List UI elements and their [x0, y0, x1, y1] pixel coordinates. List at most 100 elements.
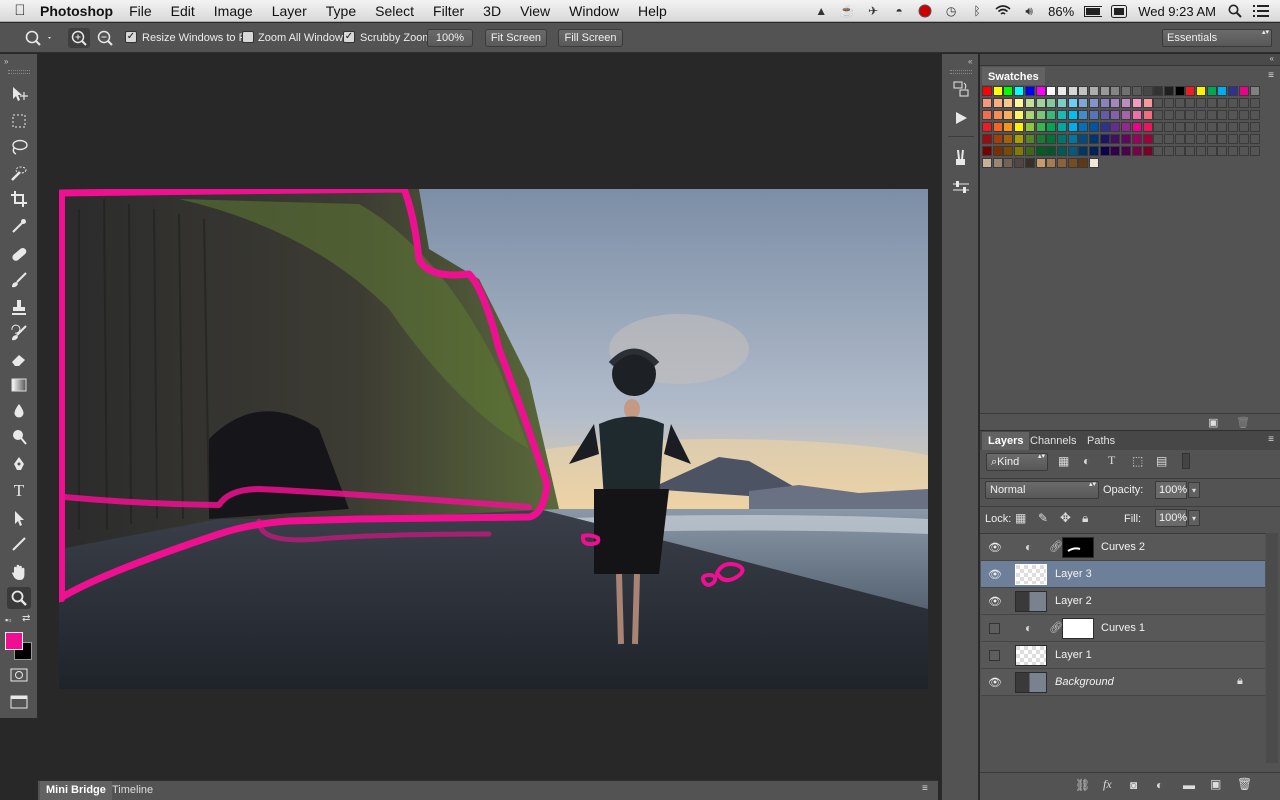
marquee-tool-icon[interactable] [7, 110, 31, 132]
layer-thumbnail[interactable] [1015, 645, 1047, 666]
hand-tool-icon[interactable] [7, 561, 31, 583]
tab-mini-bridge[interactable]: Mini Bridge [40, 781, 112, 800]
lock-image-brush-icon[interactable]: ✎ [1038, 511, 1048, 525]
clone-stamp-tool-icon[interactable] [7, 296, 31, 318]
battery-icon[interactable] [1084, 4, 1103, 18]
wifi-icon[interactable] [994, 4, 1012, 18]
tab-timeline[interactable]: Timeline [112, 784, 153, 796]
menu-window[interactable]: Window [569, 3, 619, 19]
color-swatch[interactable] [992, 146, 1003, 156]
record-icon[interactable] [916, 4, 934, 18]
layer-mask-thumbnail[interactable] [1062, 618, 1094, 639]
color-swatch[interactable] [1099, 98, 1110, 108]
color-swatch[interactable] [1121, 110, 1132, 120]
menu-file[interactable]: File [129, 3, 152, 19]
eraser-tool-icon[interactable] [7, 348, 31, 370]
layer-thumbnail[interactable] [1015, 591, 1047, 612]
gradient-tool-icon[interactable] [7, 374, 31, 396]
color-swatch[interactable] [1228, 86, 1239, 96]
color-swatch[interactable] [1217, 146, 1228, 156]
screen-mode-icon[interactable] [7, 691, 31, 713]
color-swatch[interactable] [1142, 86, 1153, 96]
color-swatch[interactable] [1121, 146, 1132, 156]
tab-paths[interactable]: Paths [1087, 435, 1115, 447]
color-swatch[interactable] [1142, 146, 1153, 156]
color-swatch[interactable] [1142, 98, 1153, 108]
color-swatch[interactable] [1196, 134, 1206, 144]
color-swatch[interactable] [1067, 122, 1078, 132]
filter-pixel-icon[interactable]: ▦ [1058, 454, 1069, 468]
color-swatch[interactable] [1014, 98, 1025, 108]
color-swatch[interactable] [1078, 98, 1089, 108]
color-swatch[interactable] [1003, 110, 1014, 120]
color-swatch[interactable] [1185, 86, 1196, 96]
color-swatch[interactable] [992, 98, 1003, 108]
color-swatch[interactable] [1238, 122, 1249, 132]
menu-edit[interactable]: Edit [171, 3, 195, 19]
dock-grip[interactable] [950, 70, 972, 74]
path-selection-tool-icon[interactable] [7, 507, 31, 529]
color-swatch[interactable] [1067, 98, 1078, 108]
panel-grip[interactable] [8, 70, 30, 74]
zoom-in-icon[interactable] [68, 28, 90, 48]
blend-mode-select[interactable]: Normal [985, 481, 1099, 499]
menu-filter[interactable]: Filter [433, 3, 464, 19]
color-swatch[interactable] [1249, 98, 1260, 108]
app-menu[interactable]: Photoshop [40, 3, 113, 19]
color-swatch[interactable] [1196, 146, 1206, 156]
color-swatch[interactable] [1185, 110, 1196, 120]
healing-brush-tool-icon[interactable] [7, 243, 31, 265]
color-swatch[interactable] [1185, 122, 1196, 132]
default-colors-icon[interactable]: ▪▫ [5, 615, 11, 625]
visibility-eye-icon[interactable]: 👁︎ [987, 541, 1003, 554]
layer-filter-kind-select[interactable]: ⌕Kind [986, 453, 1048, 471]
color-swatch[interactable] [992, 86, 1003, 96]
delete-swatch-icon[interactable]: 🗑︎ [1236, 416, 1250, 429]
new-adjustment-layer-icon[interactable]: ◐ [1156, 778, 1163, 792]
layers-menu-icon[interactable]: ≡ [1268, 434, 1274, 445]
fill-screen-button[interactable]: Fill Screen [558, 29, 623, 47]
crane-icon[interactable]: ✈ [864, 4, 882, 18]
color-swatch[interactable] [982, 98, 992, 108]
color-swatch[interactable] [1163, 98, 1174, 108]
visibility-toggle[interactable] [989, 650, 1000, 661]
color-swatch[interactable] [1153, 98, 1164, 108]
color-swatch[interactable] [982, 86, 992, 96]
color-swatch[interactable] [1206, 86, 1217, 96]
color-swatch[interactable] [1131, 86, 1142, 96]
layer-name[interactable]: Curves 2 [1101, 541, 1145, 553]
color-swatch[interactable] [1024, 98, 1035, 108]
fill-dropdown-icon[interactable]: ▾ [1188, 510, 1200, 526]
layer-name[interactable]: Layer 2 [1055, 595, 1092, 607]
lasso-tool-icon[interactable] [7, 136, 31, 158]
color-swatch[interactable] [1163, 146, 1174, 156]
color-swatch[interactable] [1153, 146, 1164, 156]
blur-tool-icon[interactable] [7, 400, 31, 422]
color-swatch[interactable] [1174, 110, 1185, 120]
color-swatch[interactable] [1014, 122, 1025, 132]
menu-image[interactable]: Image [214, 3, 253, 19]
color-swatch[interactable] [1078, 158, 1089, 168]
color-swatch[interactable] [1121, 86, 1132, 96]
bowler-hat-icon[interactable]: ◓ [890, 4, 908, 18]
visibility-eye-icon[interactable]: 👁︎ [987, 676, 1003, 689]
quick-mask-icon[interactable] [7, 664, 31, 686]
layer-row-layer-1[interactable]: Layer 1 [981, 642, 1265, 669]
color-swatch[interactable] [1228, 110, 1239, 120]
filter-shape-icon[interactable]: ⬚ [1132, 454, 1143, 468]
color-swatch[interactable] [1238, 86, 1249, 96]
color-swatch[interactable] [1046, 146, 1057, 156]
zoom-tool-preset-icon[interactable] [22, 28, 52, 48]
color-swatch[interactable] [1089, 134, 1099, 144]
new-swatch-icon[interactable]: ▣ [1208, 416, 1218, 429]
tab-channels[interactable]: Channels [1030, 435, 1076, 447]
color-swatch[interactable] [1003, 134, 1014, 144]
color-swatch[interactable] [1110, 134, 1121, 144]
color-swatch[interactable] [1099, 110, 1110, 120]
color-swatch[interactable] [1217, 110, 1228, 120]
color-swatch[interactable] [1121, 122, 1132, 132]
layer-name[interactable]: Layer 3 [1055, 568, 1092, 580]
color-swatch[interactable] [982, 146, 992, 156]
fill-field[interactable]: 100% [1155, 509, 1187, 527]
color-swatch[interactable] [1014, 86, 1025, 96]
